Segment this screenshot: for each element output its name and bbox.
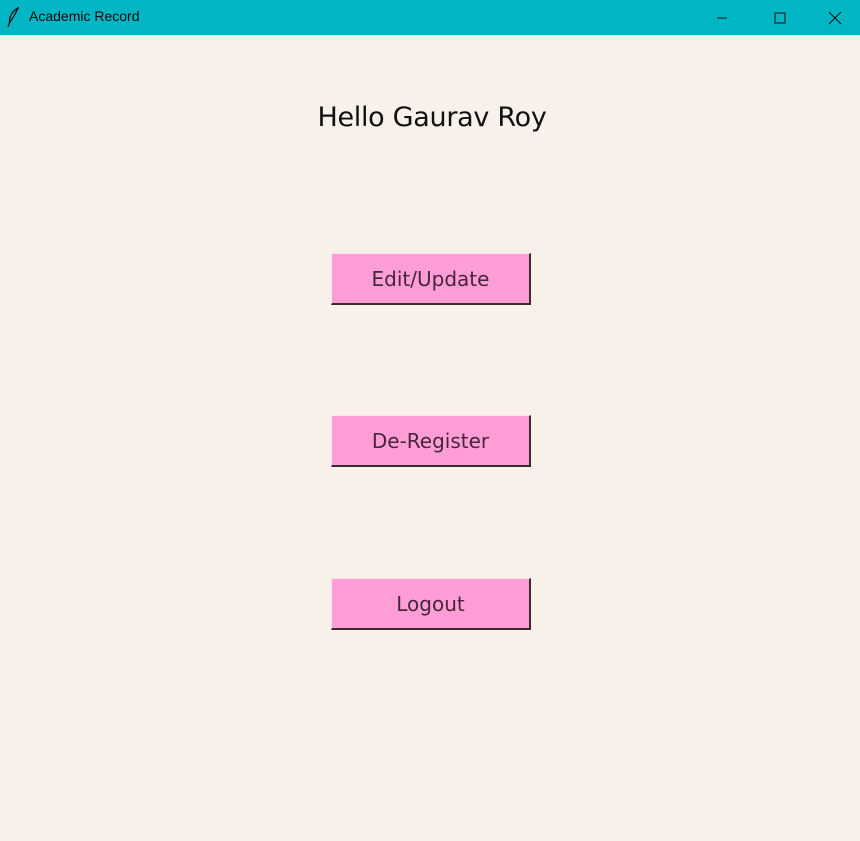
- deregister-button[interactable]: De-Register: [331, 415, 531, 467]
- maximize-icon: [774, 12, 786, 23]
- logout-button[interactable]: Logout: [331, 578, 531, 630]
- close-icon: [828, 11, 841, 24]
- feather-icon: [6, 6, 22, 28]
- minimize-icon: [717, 17, 727, 18]
- title-bar[interactable]: Academic Record: [0, 0, 860, 35]
- minimize-button[interactable]: [693, 0, 751, 35]
- close-button[interactable]: [809, 0, 860, 35]
- maximize-button[interactable]: [751, 0, 809, 35]
- greeting-heading: Hello Gaurav Roy: [317, 102, 547, 133]
- window-title: Academic Record: [29, 8, 140, 24]
- edit-update-button[interactable]: Edit/Update: [331, 253, 531, 305]
